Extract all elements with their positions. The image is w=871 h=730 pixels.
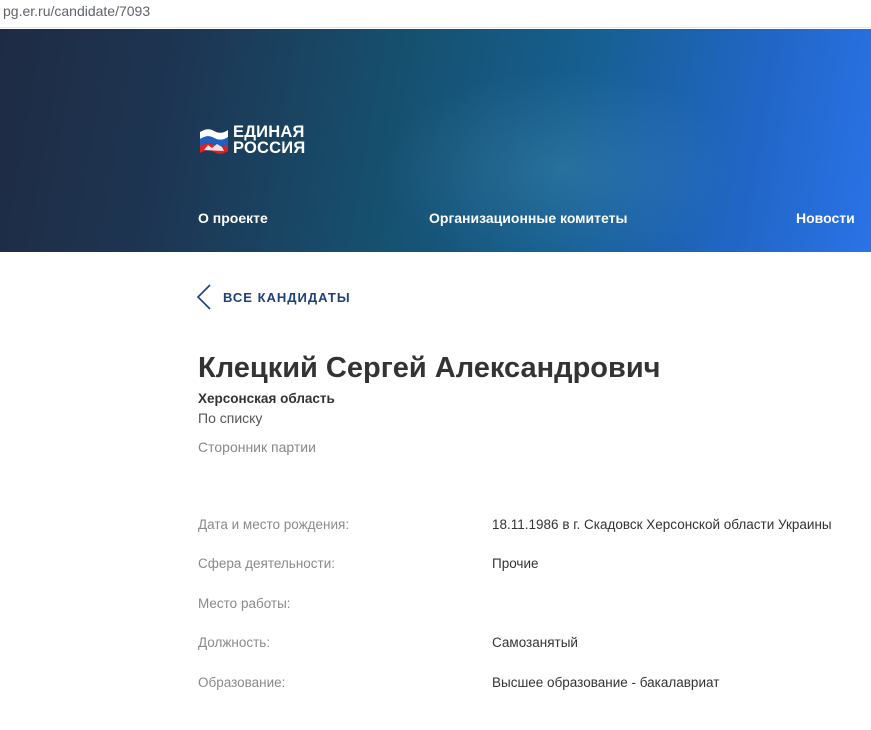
logo-text-line-1: ЕДИНАЯ [233,123,305,141]
detail-label-birth: Дата и место рождения: [198,517,350,532]
detail-label-workplace: Место работы: [198,596,291,611]
detail-label-education: Образование: [198,675,286,690]
candidate-region: Херсонская область [198,391,335,406]
detail-label-field: Сфера деятельности: [198,556,336,571]
site-logo[interactable]: ЕДИНАЯ РОССИЯ [198,124,318,158]
chevron-left-icon [196,284,211,310]
candidate-name: Клецкий Сергей Александрович [198,352,661,384]
nav-org-committees[interactable]: Организационные комитеты [429,210,627,226]
detail-label-position: Должность: [198,635,271,650]
candidate-list-type: По списку [198,410,263,426]
back-link-label: ВСЕ КАНДИДАТЫ [223,290,351,305]
detail-value-field: Прочие [492,556,539,571]
address-url[interactable]: pg.er.ru/candidate/7093 [3,3,150,19]
detail-value-position: Самозанятый [492,635,578,650]
detail-value-birth: 18.11.1986 в г. Скадовск Херсонской обла… [492,517,832,532]
nav-about[interactable]: О проекте [198,210,268,226]
logo-text: ЕДИНАЯ РОССИЯ [233,123,323,157]
nav-news[interactable]: Новости [796,210,855,226]
candidate-status: Сторонник партии [198,439,316,455]
logo-text-line-2: РОССИЯ [233,139,306,157]
detail-value-education: Высшее образование - бакалавриат [492,675,720,690]
bear-flag-logo-icon [200,129,228,154]
address-bar[interactable]: pg.er.ru/candidate/7093 [0,0,871,28]
